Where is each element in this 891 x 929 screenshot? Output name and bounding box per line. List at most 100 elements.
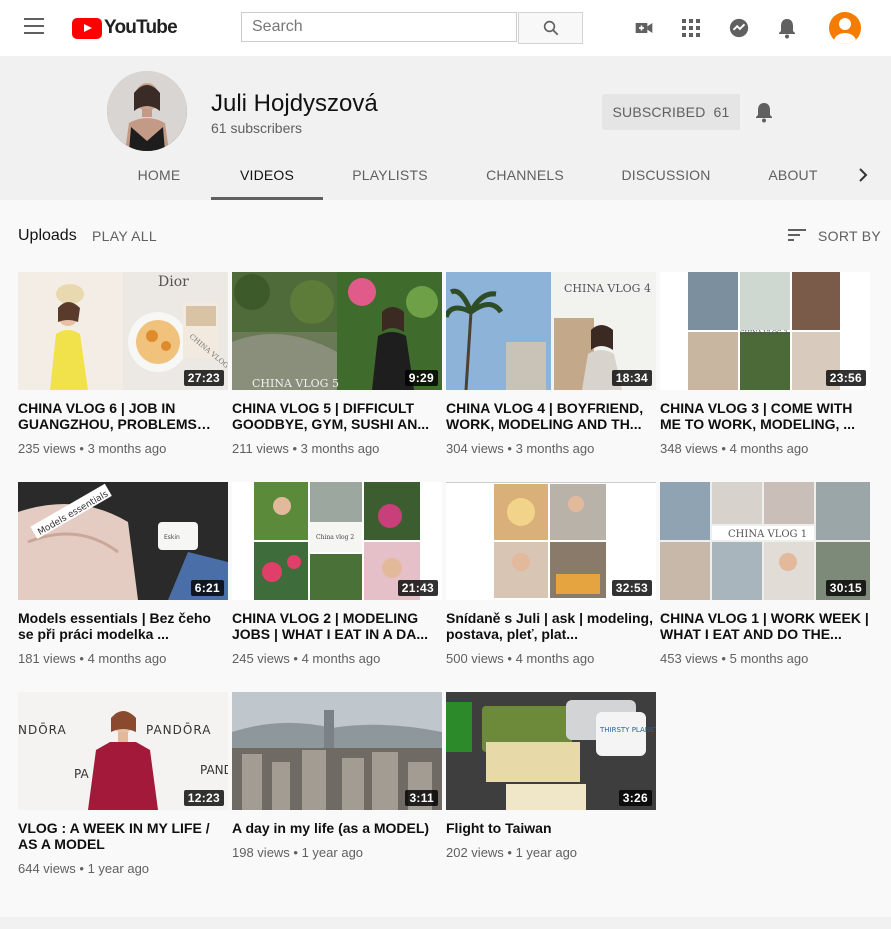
channel-avatar[interactable] (107, 71, 187, 151)
messages-icon[interactable] (728, 17, 750, 39)
upload-age: 5 months ago (729, 651, 809, 666)
view-count: 644 views (18, 861, 76, 876)
tab-home[interactable]: HOME (107, 160, 211, 200)
video-card[interactable]: 3:11 A day in my life (as a MODEL) 198 v… (232, 692, 442, 860)
video-card[interactable]: THIRSTY PLANET 3:26 Flight to Taiwan 202… (446, 692, 656, 860)
video-title[interactable]: A day in my life (as a MODEL) (232, 820, 442, 836)
notification-bell-icon[interactable] (754, 101, 774, 123)
video-card[interactable]: Dior CHINA VLOG 6 27:23 CHINA VLOG 6 | J… (18, 272, 228, 456)
upload-age: 3 months ago (87, 441, 167, 456)
view-count: 181 views (18, 651, 76, 666)
video-thumbnail[interactable]: CHINA VLOG 5 9:29 (232, 272, 442, 390)
video-title[interactable]: CHINA VLOG 6 | JOB IN GUANGZHOU, PROBLEM… (18, 400, 228, 432)
thumb-brand-text: PANDŌRA (146, 723, 211, 737)
duration-badge: 3:26 (618, 790, 652, 806)
video-meta: 181 views • 4 months ago (18, 651, 167, 666)
search-input[interactable] (241, 12, 517, 42)
thumb-overlay-text: CHINA VLOG 5 (252, 377, 339, 390)
video-title[interactable]: VLOG : A WEEK IN MY LIFE / AS A MODEL (18, 820, 228, 852)
video-card[interactable]: NDŌRA PANDŌRA PA PAND 12:23 VLOG : A WEE… (18, 692, 228, 876)
view-count: 348 views (660, 441, 718, 456)
upload-age: 1 year ago (515, 845, 578, 860)
youtube-logo[interactable]: YouTube (72, 17, 178, 39)
video-thumbnail[interactable]: Eskin Models essentials 6:21 (18, 482, 228, 600)
view-count: 202 views (446, 845, 504, 860)
tab-about[interactable]: ABOUT (758, 160, 828, 200)
duration-badge: 12:23 (183, 790, 224, 806)
thumb-cup-text: THIRSTY PLANET (599, 726, 656, 734)
video-title[interactable]: CHINA VLOG 5 | DIFFICULT GOODBYE, GYM, S… (232, 400, 442, 432)
video-thumbnail[interactable]: 3:11 (232, 692, 442, 810)
duration-badge: 30:15 (825, 580, 866, 596)
video-card[interactable]: CHINA VLOG 4 18:34 CHINA VLOG 4 | BOYFRI… (446, 272, 656, 456)
video-thumbnail[interactable]: CHINA VLOG 4 18:34 (446, 272, 656, 390)
subscribed-button[interactable]: SUBSCRIBED 61 (602, 94, 740, 130)
thumb-jar-text: Eskin (164, 534, 180, 541)
logo-text: YouTube (104, 17, 178, 38)
thumb-overlay-text: CHINA VLOG 4 (564, 282, 651, 295)
video-thumbnail[interactable]: Dior CHINA VLOG 6 27:23 (18, 272, 228, 390)
sort-by-button[interactable]: SORT BY (818, 228, 881, 244)
view-count: 500 views (446, 651, 504, 666)
chevron-right-icon[interactable] (856, 168, 870, 182)
video-thumbnail[interactable]: 32:53 (446, 482, 656, 600)
video-title[interactable]: CHINA VLOG 4 | BOYFRIEND, WORK, MODELING… (446, 400, 656, 432)
video-meta: 235 views • 3 months ago (18, 441, 167, 456)
apps-grid-icon[interactable] (681, 18, 701, 38)
video-title[interactable]: CHINA VLOG 2 | MODELING JOBS | WHAT I EA… (232, 610, 442, 642)
upload-age: 1 year ago (87, 861, 150, 876)
video-card[interactable]: CHINA VLOG 3 23:56 CHINA VLOG 3 | COME W… (660, 272, 870, 456)
video-thumbnail[interactable]: CHINA VLOG 3 23:56 (660, 272, 870, 390)
view-count: 198 views (232, 845, 290, 860)
channel-name: Juli Hojdyszová (211, 90, 378, 117)
duration-badge: 32:53 (611, 580, 652, 596)
video-meta: 500 views • 4 months ago (446, 651, 595, 666)
tab-playlists[interactable]: PLAYLISTS (340, 160, 440, 200)
view-count: 211 views (232, 441, 289, 456)
thumb-brand-right: PAND (200, 763, 228, 777)
video-title[interactable]: CHINA VLOG 3 | COME WITH ME TO WORK, MOD… (660, 400, 870, 432)
video-meta: 453 views • 5 months ago (660, 651, 809, 666)
view-count: 453 views (660, 651, 718, 666)
video-thumbnail[interactable]: NDŌRA PANDŌRA PA PAND 12:23 (18, 692, 228, 810)
duration-badge: 3:11 (405, 790, 438, 806)
thumb-brand-text: Dior (158, 274, 189, 290)
video-card[interactable]: China vlog 2 21:43 CHINA VLOG 2 | MODELI… (232, 482, 442, 666)
tab-channels[interactable]: CHANNELS (475, 160, 575, 200)
play-all-button[interactable]: PLAY ALL (92, 228, 157, 244)
view-count: 304 views (446, 441, 504, 456)
user-avatar[interactable] (829, 12, 861, 44)
video-camera-icon[interactable] (633, 18, 655, 38)
video-meta: 211 views • 3 months ago (232, 441, 380, 456)
video-thumbnail[interactable]: China vlog 2 21:43 (232, 482, 442, 600)
video-card[interactable]: CHINA VLOG 1 30:15 CHINA VLOG 1 | WORK W… (660, 482, 870, 666)
tab-videos[interactable]: VIDEOS (211, 160, 323, 200)
notifications-bell-icon[interactable] (777, 17, 797, 39)
video-title[interactable]: CHINA VLOG 1 | WORK WEEK | WHAT I EAT AN… (660, 610, 870, 642)
thumb-overlay-text: CHINA VLOG 1 (728, 529, 807, 540)
video-title[interactable]: Models essentials | Bez čeho se při prác… (18, 610, 228, 642)
video-thumbnail[interactable]: THIRSTY PLANET 3:26 (446, 692, 656, 810)
upload-age: 4 months ago (729, 441, 809, 456)
menu-icon[interactable] (24, 18, 48, 38)
video-card[interactable]: 32:53 Snídaně s Juli | ask | modeling, p… (446, 482, 656, 666)
video-title[interactable]: Flight to Taiwan (446, 820, 656, 836)
video-meta: 304 views • 3 months ago (446, 441, 595, 456)
footer-divider (0, 917, 891, 929)
upload-age: 3 months ago (300, 441, 380, 456)
subscribed-count: 61 (713, 104, 730, 120)
view-count: 235 views (18, 441, 76, 456)
video-title[interactable]: Snídaně s Juli | ask | modeling, postava… (446, 610, 656, 642)
search-button[interactable] (518, 12, 583, 44)
video-card[interactable]: Eskin Models essentials 6:21 Models esse… (18, 482, 228, 666)
subscribed-label: SUBSCRIBED (612, 104, 706, 120)
duration-badge: 18:34 (611, 370, 652, 386)
video-card[interactable]: CHINA VLOG 5 9:29 CHINA VLOG 5 | DIFFICU… (232, 272, 442, 456)
sort-icon[interactable] (788, 227, 806, 243)
subscriber-count: 61 subscribers (211, 120, 303, 136)
channel-tabs: HOME VIDEOS PLAYLISTS CHANNELS DISCUSSIO… (0, 160, 891, 200)
tab-discussion[interactable]: DISCUSSION (613, 160, 719, 200)
video-thumbnail[interactable]: CHINA VLOG 1 30:15 (660, 482, 870, 600)
uploads-title: Uploads (18, 227, 77, 244)
channel-avatar-image (107, 71, 187, 151)
